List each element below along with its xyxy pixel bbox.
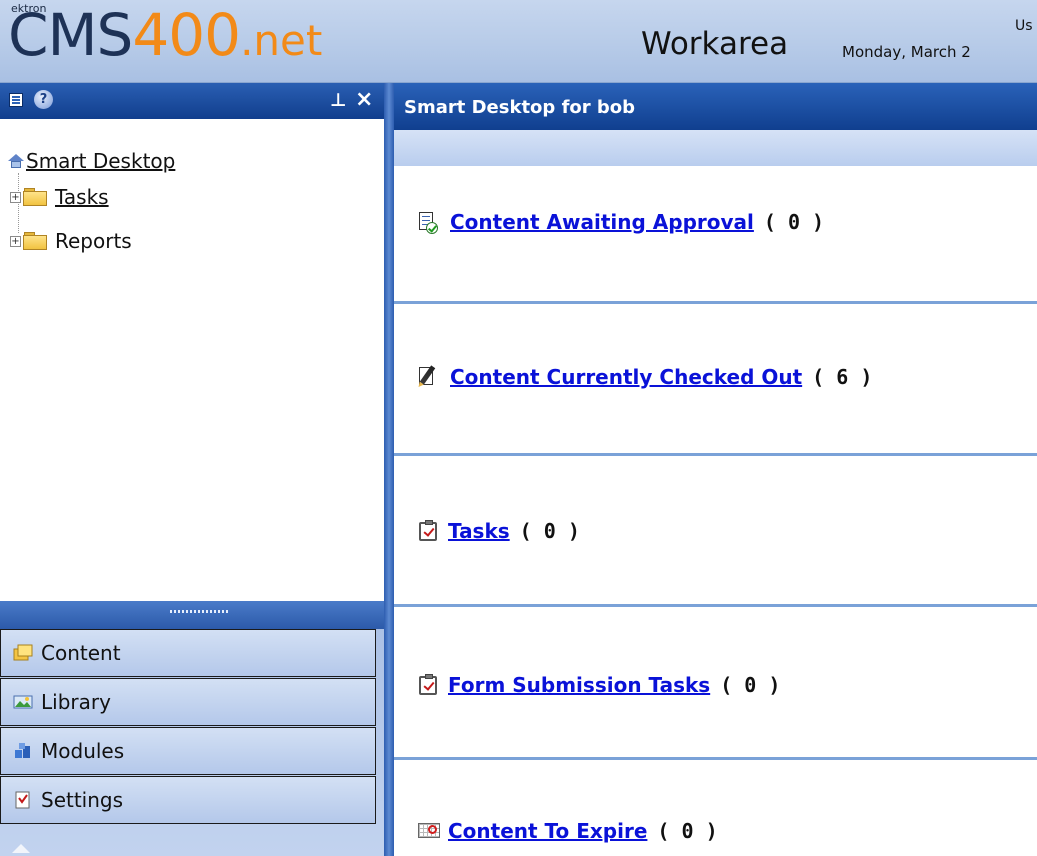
- row-divider: [394, 301, 1037, 304]
- task-icon: [418, 520, 440, 542]
- grip-dots: [170, 610, 230, 613]
- expand-icon[interactable]: +: [10, 191, 21, 203]
- logo-cms-text: CMS: [8, 1, 133, 69]
- tree-root-label[interactable]: Smart Desktop: [26, 149, 175, 173]
- folder-icon: [23, 188, 47, 206]
- row-count: ( 0 ): [519, 519, 580, 543]
- checked-out-icon: [416, 365, 438, 388]
- workarea-title: Workarea: [641, 26, 789, 62]
- accordion-collapse-bar[interactable]: [0, 844, 384, 856]
- accordion-item-settings[interactable]: Settings: [0, 776, 376, 824]
- collapse-up-icon[interactable]: [12, 844, 30, 853]
- settings-icon: [13, 791, 33, 809]
- tree-item-label[interactable]: Reports: [55, 229, 132, 253]
- modules-icon: [13, 742, 33, 760]
- accordion-item-content[interactable]: Content: [0, 629, 376, 677]
- smart-desktop-pane: Smart Desktop for bob Content Awaiting A…: [394, 83, 1037, 856]
- accordion-item-label: Modules: [41, 739, 125, 763]
- row-content-checked-out: Content Currently Checked Out ( 6 ): [416, 365, 1037, 389]
- folder-icon: [23, 232, 47, 250]
- navigation-pane: ? ⊥ × Smart Desktop + Tasks + Reports Co…: [0, 83, 384, 856]
- accordion-item-label: Settings: [41, 788, 124, 812]
- expire-icon: [418, 820, 440, 842]
- row-form-submission-tasks: Form Submission Tasks ( 0 ): [418, 673, 1037, 697]
- tree-item-label[interactable]: Tasks: [55, 185, 109, 209]
- tree-root-smart-desktop[interactable]: Smart Desktop: [8, 149, 175, 173]
- close-icon[interactable]: ×: [355, 87, 373, 112]
- logo-400-text: 400: [132, 1, 241, 69]
- row-tasks: Tasks ( 0 ): [418, 519, 1037, 543]
- smart-desktop-header: Smart Desktop for bob: [394, 83, 1037, 130]
- content-to-expire-link[interactable]: Content To Expire: [448, 819, 647, 843]
- row-divider: [394, 757, 1037, 760]
- accordion-item-label: Library: [41, 690, 111, 714]
- user-label: Us: [1015, 18, 1033, 34]
- folder-tree: Smart Desktop + Tasks + Reports: [0, 119, 384, 599]
- home-icon: [8, 154, 24, 168]
- row-divider: [394, 604, 1037, 607]
- accordion-resize-grip[interactable]: [0, 601, 384, 629]
- content-icon: [13, 644, 33, 662]
- row-count: ( 0 ): [720, 673, 781, 697]
- row-count: ( 6 ): [812, 365, 873, 389]
- navigation-pane-header: ? ⊥ ×: [0, 83, 384, 119]
- logo-net-text: .net: [240, 16, 323, 65]
- tree-view-icon[interactable]: [9, 93, 23, 107]
- content-checked-out-link[interactable]: Content Currently Checked Out: [450, 365, 802, 389]
- help-icon[interactable]: ?: [34, 90, 53, 109]
- tree-item-tasks[interactable]: + Tasks: [10, 185, 109, 209]
- top-banner: ektron CMS400.net Workarea Monday, March…: [0, 0, 1037, 83]
- row-content-to-expire: Content To Expire ( 0 ): [418, 819, 1037, 843]
- content-awaiting-approval-link[interactable]: Content Awaiting Approval: [450, 210, 754, 234]
- library-icon: [13, 693, 33, 711]
- accordion-item-library[interactable]: Library: [0, 678, 376, 726]
- row-count: ( 0 ): [763, 210, 825, 234]
- tasks-link[interactable]: Tasks: [448, 519, 510, 543]
- smart-desktop-title: Smart Desktop for bob: [404, 97, 636, 118]
- row-count: ( 0 ): [657, 819, 718, 843]
- cms400-logo: CMS400.net: [8, 6, 322, 64]
- accordion-item-modules[interactable]: Modules: [0, 727, 376, 775]
- workarea-accordion: Content Library Modules Settings: [0, 601, 384, 856]
- tree-item-reports[interactable]: + Reports: [10, 229, 132, 253]
- form-submission-tasks-link[interactable]: Form Submission Tasks: [448, 673, 710, 697]
- approval-icon: [416, 211, 438, 234]
- date-label: Monday, March 2: [842, 43, 971, 61]
- pane-splitter[interactable]: [384, 83, 394, 856]
- expand-icon[interactable]: +: [10, 235, 21, 247]
- row-content-awaiting-approval: Content Awaiting Approval ( 0 ): [416, 210, 1037, 234]
- accordion-item-label: Content: [41, 641, 121, 665]
- pin-icon[interactable]: ⊥: [330, 90, 346, 111]
- row-divider: [394, 453, 1037, 456]
- form-task-icon: [418, 674, 440, 696]
- smart-desktop-toolbar: [394, 130, 1037, 166]
